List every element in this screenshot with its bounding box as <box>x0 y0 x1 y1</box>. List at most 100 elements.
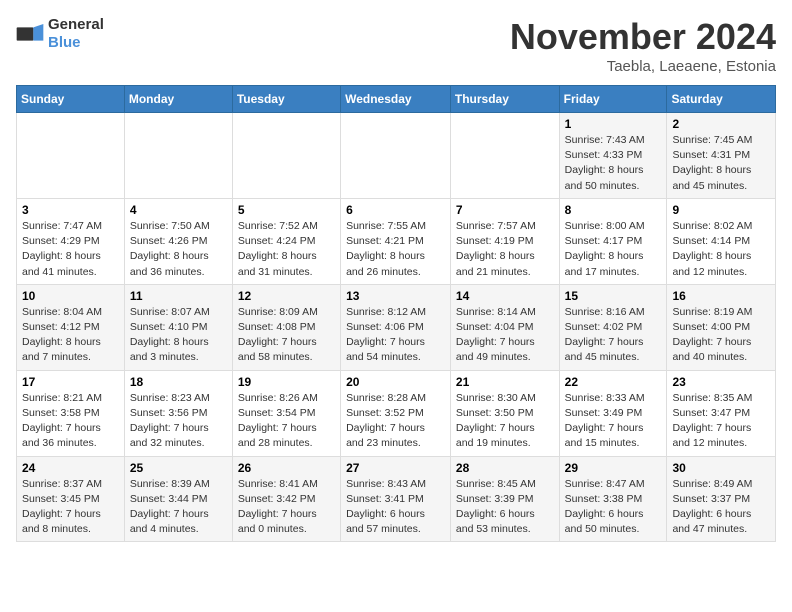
day-info: Sunrise: 8:49 AMSunset: 3:37 PMDaylight:… <box>672 477 770 538</box>
day-info: Sunrise: 8:33 AMSunset: 3:49 PMDaylight:… <box>565 391 662 452</box>
logo-text-general: General <box>48 16 104 33</box>
day-info: Sunrise: 8:26 AMSunset: 3:54 PMDaylight:… <box>238 391 335 452</box>
day-number: 14 <box>456 289 554 303</box>
day-info: Sunrise: 7:47 AMSunset: 4:29 PMDaylight:… <box>22 219 119 280</box>
day-number: 17 <box>22 375 119 389</box>
weekday-header-monday: Monday <box>124 86 232 113</box>
day-number: 7 <box>456 203 554 217</box>
day-info: Sunrise: 8:02 AMSunset: 4:14 PMDaylight:… <box>672 219 770 280</box>
day-number: 12 <box>238 289 335 303</box>
calendar-cell: 25 Sunrise: 8:39 AMSunset: 3:44 PMDayligh… <box>124 456 232 542</box>
day-number: 20 <box>346 375 445 389</box>
day-number: 6 <box>346 203 445 217</box>
calendar-cell: 19 Sunrise: 8:26 AMSunset: 3:54 PMDayligh… <box>232 370 340 456</box>
weekday-header-tuesday: Tuesday <box>232 86 340 113</box>
day-number: 18 <box>130 375 227 389</box>
calendar-table: SundayMondayTuesdayWednesdayThursdayFrid… <box>16 85 776 542</box>
calendar-cell: 1 Sunrise: 7:43 AMSunset: 4:33 PMDaylight… <box>559 113 667 199</box>
calendar-cell: 4Sunrise: 7:50 AMSunset: 4:26 PMDaylight… <box>124 198 232 284</box>
calendar-cell: 24 Sunrise: 8:37 AMSunset: 3:45 PMDayligh… <box>17 456 125 542</box>
calendar-cell: 28 Sunrise: 8:45 AMSunset: 3:39 PMDayligh… <box>450 456 559 542</box>
calendar-cell: 3 Sunrise: 7:47 AMSunset: 4:29 PMDaylight… <box>17 198 125 284</box>
day-number: 21 <box>456 375 554 389</box>
day-number: 28 <box>456 461 554 475</box>
day-info: Sunrise: 8:16 AMSunset: 4:02 PMDaylight:… <box>565 305 662 366</box>
calendar-cell: 29Sunrise: 8:47 AMSunset: 3:38 PMDayligh… <box>559 456 667 542</box>
day-number: 22 <box>565 375 662 389</box>
calendar-cell: 2 Sunrise: 7:45 AMSunset: 4:31 PMDaylight… <box>667 113 776 199</box>
calendar-week-row: 17Sunrise: 8:21 AMSunset: 3:58 PMDayligh… <box>17 370 776 456</box>
day-number: 19 <box>238 375 335 389</box>
day-number: 3 <box>22 203 119 217</box>
weekday-header-wednesday: Wednesday <box>341 86 451 113</box>
location: Taebla, Laeaene, Estonia <box>510 58 776 75</box>
calendar-header-row: SundayMondayTuesdayWednesdayThursdayFrid… <box>17 86 776 113</box>
day-info: Sunrise: 8:39 AMSunset: 3:44 PMDaylight:… <box>130 477 227 538</box>
calendar-cell: 13 Sunrise: 8:12 AMSunset: 4:06 PMDayligh… <box>341 284 451 370</box>
day-info: Sunrise: 8:37 AMSunset: 3:45 PMDaylight:… <box>22 477 119 538</box>
day-number: 23 <box>672 375 770 389</box>
day-info: Sunrise: 7:43 AMSunset: 4:33 PMDaylight:… <box>565 133 662 194</box>
day-number: 2 <box>672 117 770 131</box>
day-number: 29 <box>565 461 662 475</box>
calendar-cell: 7Sunrise: 7:57 AMSunset: 4:19 PMDaylight… <box>450 198 559 284</box>
day-number: 10 <box>22 289 119 303</box>
day-number: 30 <box>672 461 770 475</box>
calendar-week-row: 24 Sunrise: 8:37 AMSunset: 3:45 PMDayligh… <box>17 456 776 542</box>
day-number: 5 <box>238 203 335 217</box>
day-number: 15 <box>565 289 662 303</box>
logo-icon <box>16 24 44 44</box>
day-info: Sunrise: 8:45 AMSunset: 3:39 PMDaylight:… <box>456 477 554 538</box>
calendar-cell: 12Sunrise: 8:09 AMSunset: 4:08 PMDayligh… <box>232 284 340 370</box>
day-number: 13 <box>346 289 445 303</box>
calendar-cell: 21Sunrise: 8:30 AMSunset: 3:50 PMDayligh… <box>450 370 559 456</box>
day-number: 27 <box>346 461 445 475</box>
day-info: Sunrise: 8:28 AMSunset: 3:52 PMDaylight:… <box>346 391 445 452</box>
page-header: General Blue November 2024 Taebla, Laeae… <box>16 16 776 75</box>
day-info: Sunrise: 8:43 AMSunset: 3:41 PMDaylight:… <box>346 477 445 538</box>
day-number: 1 <box>565 117 662 131</box>
day-info: Sunrise: 8:23 AMSunset: 3:56 PMDaylight:… <box>130 391 227 452</box>
calendar-cell: 6Sunrise: 7:55 AMSunset: 4:21 PMDaylight… <box>341 198 451 284</box>
day-number: 11 <box>130 289 227 303</box>
day-number: 16 <box>672 289 770 303</box>
calendar-cell: 22 Sunrise: 8:33 AMSunset: 3:49 PMDayligh… <box>559 370 667 456</box>
title-block: November 2024 Taebla, Laeaene, Estonia <box>510 16 776 75</box>
day-info: Sunrise: 7:45 AMSunset: 4:31 PMDaylight:… <box>672 133 770 194</box>
calendar-week-row: 1 Sunrise: 7:43 AMSunset: 4:33 PMDaylight… <box>17 113 776 199</box>
calendar-cell: 15 Sunrise: 8:16 AMSunset: 4:02 PMDayligh… <box>559 284 667 370</box>
calendar-week-row: 10Sunrise: 8:04 AMSunset: 4:12 PMDayligh… <box>17 284 776 370</box>
weekday-header-saturday: Saturday <box>667 86 776 113</box>
day-number: 4 <box>130 203 227 217</box>
calendar-cell <box>450 113 559 199</box>
calendar-cell: 30 Sunrise: 8:49 AMSunset: 3:37 PMDayligh… <box>667 456 776 542</box>
calendar-cell <box>341 113 451 199</box>
day-number: 26 <box>238 461 335 475</box>
day-info: Sunrise: 8:14 AMSunset: 4:04 PMDaylight:… <box>456 305 554 366</box>
weekday-header-sunday: Sunday <box>17 86 125 113</box>
calendar-cell: 17Sunrise: 8:21 AMSunset: 3:58 PMDayligh… <box>17 370 125 456</box>
calendar-cell: 10Sunrise: 8:04 AMSunset: 4:12 PMDayligh… <box>17 284 125 370</box>
calendar-cell: 5Sunrise: 7:52 AMSunset: 4:24 PMDaylight… <box>232 198 340 284</box>
calendar-cell: 14 Sunrise: 8:14 AMSunset: 4:04 PMDayligh… <box>450 284 559 370</box>
day-info: Sunrise: 8:07 AMSunset: 4:10 PMDaylight:… <box>130 305 227 366</box>
calendar-cell <box>232 113 340 199</box>
logo: General Blue <box>16 16 104 52</box>
calendar-cell: 27 Sunrise: 8:43 AMSunset: 3:41 PMDayligh… <box>341 456 451 542</box>
day-info: Sunrise: 8:19 AMSunset: 4:00 PMDaylight:… <box>672 305 770 366</box>
logo-text-blue: Blue <box>48 34 81 51</box>
weekday-header-thursday: Thursday <box>450 86 559 113</box>
day-number: 25 <box>130 461 227 475</box>
calendar-cell: 11 Sunrise: 8:07 AMSunset: 4:10 PMDayligh… <box>124 284 232 370</box>
weekday-header-friday: Friday <box>559 86 667 113</box>
day-info: Sunrise: 8:12 AMSunset: 4:06 PMDaylight:… <box>346 305 445 366</box>
calendar-cell: 18 Sunrise: 8:23 AMSunset: 3:56 PMDayligh… <box>124 370 232 456</box>
day-info: Sunrise: 8:35 AMSunset: 3:47 PMDaylight:… <box>672 391 770 452</box>
calendar-cell: 8Sunrise: 8:00 AMSunset: 4:17 PMDaylight… <box>559 198 667 284</box>
calendar-cell: 16 Sunrise: 8:19 AMSunset: 4:00 PMDayligh… <box>667 284 776 370</box>
calendar-week-row: 3 Sunrise: 7:47 AMSunset: 4:29 PMDaylight… <box>17 198 776 284</box>
day-number: 8 <box>565 203 662 217</box>
calendar-cell: 26Sunrise: 8:41 AMSunset: 3:42 PMDayligh… <box>232 456 340 542</box>
calendar-cell: 9Sunrise: 8:02 AMSunset: 4:14 PMDaylight… <box>667 198 776 284</box>
day-number: 24 <box>22 461 119 475</box>
